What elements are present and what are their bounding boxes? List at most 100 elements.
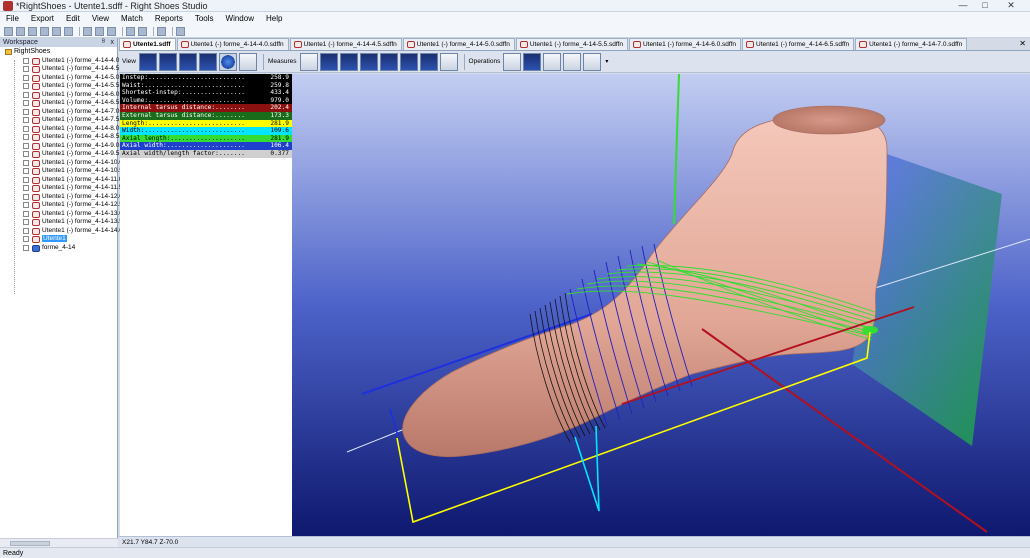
measure-tool-icon[interactable]	[157, 26, 166, 36]
maximize-button[interactable]: □	[974, 0, 996, 12]
measure-volume-icon[interactable]	[439, 52, 458, 71]
tab-5[interactable]: Utente1 (-) forme_4-14-6.0.sdffn	[628, 38, 742, 50]
tree-item[interactable]: Utente1 (-) forme_4-14-9.0	[0, 142, 119, 151]
view-side-icon[interactable]	[158, 52, 177, 71]
checkbox[interactable]	[23, 100, 29, 106]
scrollbar-thumb[interactable]	[10, 541, 50, 546]
measure-tarsus-icon[interactable]	[399, 52, 418, 71]
checkbox[interactable]	[23, 125, 29, 132]
checkbox[interactable]	[23, 108, 29, 115]
scan-icon[interactable]	[126, 26, 135, 36]
tree-item[interactable]: Utente1 (-) forme_4-14-12.0	[0, 193, 123, 202]
checkbox[interactable]	[23, 91, 29, 98]
tree-item[interactable]: Utente1 (-) forme_4-14-12.5	[0, 201, 123, 210]
close-button[interactable]: ✕	[996, 0, 1026, 12]
checkbox[interactable]	[23, 66, 29, 72]
tab-1[interactable]: Utente1 (-) forme_4-14-4.0.sdffn	[176, 38, 289, 50]
tree-item[interactable]: Utente1 (-) forme_4-14-6.0	[0, 91, 119, 100]
tab-7[interactable]: Utente1 (-) forme_4-14-7.0.sdffn	[855, 38, 968, 50]
view-perspective-icon[interactable]	[198, 52, 217, 71]
checkbox[interactable]	[23, 117, 29, 123]
checkbox[interactable]	[23, 142, 29, 149]
close-tab-icon[interactable]: ✕	[1019, 38, 1026, 50]
tree-item[interactable]: Utente1 (-) forme_4-14-13.0	[0, 210, 123, 219]
save-all-icon[interactable]	[40, 26, 49, 36]
tree-item[interactable]: Utente1 (-) forme_4-14-10.0	[0, 159, 123, 168]
measure-point-icon[interactable]	[299, 52, 318, 71]
view-front-icon[interactable]	[138, 52, 157, 71]
menu-window[interactable]: Window	[220, 12, 260, 25]
tree-item[interactable]: Utente1 (-) forme_4-14-14.0	[0, 227, 123, 236]
copy-icon[interactable]	[95, 26, 104, 36]
tree-item[interactable]: Utente1 (-) forme_4-14-13.5	[0, 218, 123, 227]
tree-item[interactable]: Utente1 (-) forme_4-14-10.5	[0, 167, 123, 176]
checkbox[interactable]	[23, 236, 29, 242]
tab-0[interactable]: Utente1.sdff	[119, 38, 176, 50]
close-panel-icon[interactable]: x	[111, 38, 115, 47]
operation-mesh-icon[interactable]	[563, 52, 582, 71]
checkbox[interactable]	[23, 219, 29, 225]
pin-icon[interactable]: ᴮ	[102, 38, 105, 47]
checkbox[interactable]	[23, 151, 29, 157]
menu-export[interactable]: Export	[25, 12, 60, 25]
view-top-icon[interactable]	[178, 52, 197, 71]
checkbox[interactable]	[23, 83, 29, 89]
minimize-button[interactable]: —	[952, 0, 974, 12]
checkbox[interactable]	[23, 57, 29, 64]
tree-item[interactable]: Utente1 (-) forme_4-14-11.0	[0, 176, 122, 185]
tree-item[interactable]: Utente1 (-) forme_4-14-6.5	[0, 99, 119, 108]
checkbox[interactable]	[23, 227, 29, 234]
checkbox[interactable]	[23, 244, 29, 251]
operation-align-icon[interactable]	[503, 52, 522, 71]
menu-reports[interactable]: Reports	[149, 12, 189, 25]
view-reset-icon[interactable]	[238, 52, 257, 71]
import-icon[interactable]	[52, 26, 61, 36]
checkbox[interactable]	[23, 202, 29, 208]
open-folder-icon[interactable]	[16, 26, 25, 36]
tree-item[interactable]: Utente1 (-) forme_4-14-8.5	[0, 133, 119, 142]
menu-view[interactable]: View	[86, 12, 115, 25]
paste-icon[interactable]	[107, 26, 116, 36]
checkbox[interactable]	[23, 74, 29, 81]
measure-axial-icon[interactable]	[419, 52, 438, 71]
measure-length-icon[interactable]	[319, 52, 338, 71]
tree-item[interactable]: Utente1 (-) forme_4-14-9.5	[0, 150, 119, 159]
tab-4[interactable]: Utente1 (-) forme_4-14-5.5.sdffn	[515, 38, 628, 50]
tree-item-forme[interactable]: forme_4-14	[0, 244, 118, 253]
checkbox[interactable]	[23, 193, 29, 200]
tree-item-utente1[interactable]: Utente1	[0, 235, 118, 244]
tree-item[interactable]: Utente1 (-) forme_4-14-4.5	[0, 65, 119, 74]
new-file-icon[interactable]	[4, 26, 13, 36]
operation-export-icon[interactable]	[583, 52, 602, 71]
tab-3[interactable]: Utente1 (-) forme_4-14-5.0.sdffn	[402, 38, 515, 50]
menu-edit[interactable]: Edit	[60, 12, 86, 25]
tab-6[interactable]: Utente1 (-) forme_4-14-6.5.sdffn	[742, 38, 855, 50]
tab-2[interactable]: Utente1 (-) forme_4-14-4.5.sdffn	[289, 38, 402, 50]
tree-item[interactable]: Utente1 (-) forme_4-14-8.0	[0, 125, 119, 134]
3d-viewport[interactable]	[292, 74, 1030, 536]
tree-item[interactable]: Utente1 (-) forme_4-14-11.5	[0, 184, 122, 193]
menu-match[interactable]: Match	[115, 12, 149, 25]
operation-match-icon[interactable]	[543, 52, 562, 71]
checkbox[interactable]	[23, 134, 29, 140]
info-icon[interactable]	[218, 52, 237, 71]
menu-help[interactable]: Help	[260, 12, 288, 25]
tree-item[interactable]: Utente1 (-) forme_4-14-7.0	[0, 108, 119, 117]
tree-item[interactable]: Utente1 (-) forme_4-14-5.5	[0, 82, 119, 91]
menu-tools[interactable]: Tools	[189, 12, 220, 25]
measure-width-icon[interactable]	[339, 52, 358, 71]
delete-icon[interactable]	[64, 26, 73, 36]
tree-root[interactable]: RightShoes	[0, 48, 118, 57]
tree-item[interactable]: Utente1 (-) forme_4-14-4.0	[0, 57, 119, 66]
save-icon[interactable]	[28, 26, 37, 36]
tree-item[interactable]: Utente1 (-) forme_4-14-5.0	[0, 74, 119, 83]
measure-waist-icon[interactable]	[379, 52, 398, 71]
checkbox[interactable]	[23, 159, 29, 166]
more-dropdown-icon[interactable]: ▾	[605, 58, 608, 65]
measure-instep-icon[interactable]	[359, 52, 378, 71]
workspace-scrollbar[interactable]	[0, 538, 118, 547]
3d-scene[interactable]	[292, 74, 1030, 536]
menu-file[interactable]: File	[0, 12, 25, 25]
checkbox[interactable]	[23, 176, 29, 183]
operation-compare-icon[interactable]	[523, 52, 542, 71]
